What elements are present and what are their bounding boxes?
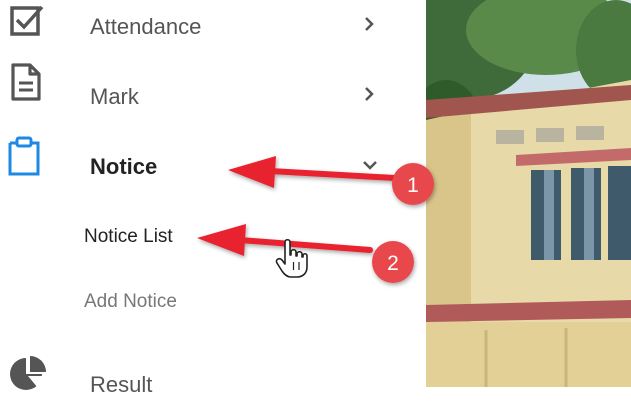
campus-building-photo	[426, 0, 631, 387]
document-icon	[11, 63, 41, 101]
sidebar-item-label: Result	[90, 372, 153, 397]
chevron-right-icon	[365, 87, 374, 101]
sidebar-item-result[interactable]: Result	[0, 348, 426, 408]
submenu-item-notice-list[interactable]: Notice List	[84, 226, 173, 248]
sidebar-item-label: Notice	[90, 154, 158, 179]
sidebar-item-label: Mark	[90, 84, 139, 109]
sidebar-item-attendance[interactable]: Attendance	[0, 0, 426, 54]
chevron-right-icon	[365, 17, 374, 31]
submenu-item-add-notice[interactable]: Add Notice	[84, 291, 177, 313]
pie-chart-icon	[10, 356, 46, 390]
checkbox-icon	[10, 5, 44, 36]
hand-cursor-icon	[275, 238, 308, 278]
chevron-down-icon	[363, 161, 377, 170]
sidebar: Attendance Mark Notice Notice List Add N…	[0, 0, 426, 397]
sidebar-item-label: Attendance	[90, 14, 202, 39]
sidebar-item-mark[interactable]: Mark	[0, 62, 426, 122]
clipboard-icon	[8, 136, 40, 176]
sidebar-item-notice[interactable]: Notice	[0, 134, 426, 194]
